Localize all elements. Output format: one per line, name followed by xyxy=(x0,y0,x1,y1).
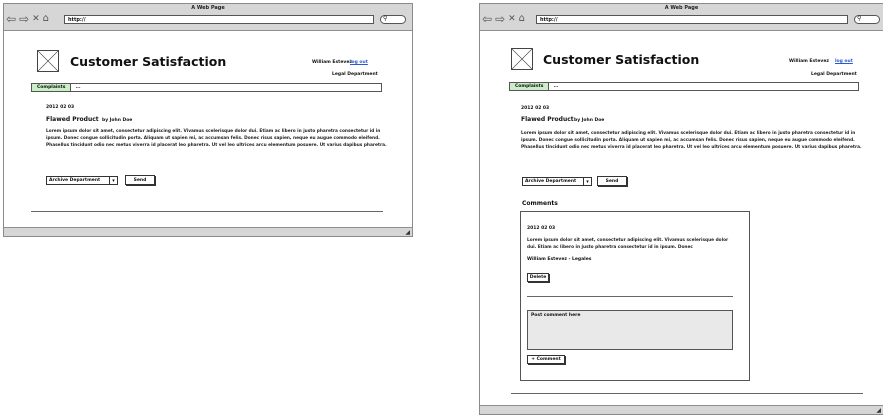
user-name: William Estevez xyxy=(789,59,829,64)
app-title: Customer Satisfaction xyxy=(543,52,700,67)
archive-department-select[interactable]: Archive Department ▾ xyxy=(522,177,592,186)
comments-heading: Comments xyxy=(522,200,558,207)
chevron-down-icon: ▾ xyxy=(583,178,591,185)
delete-comment-button[interactable]: Delete xyxy=(527,273,549,282)
user-name: William Estevez xyxy=(312,60,352,65)
add-comment-button[interactable]: + Comment xyxy=(527,355,565,364)
image-placeholder-icon xyxy=(511,48,533,70)
forward-arrow-icon[interactable]: ⇨ xyxy=(19,13,29,25)
window-title: A Web Page xyxy=(664,5,699,11)
logout-link[interactable]: log out xyxy=(350,60,368,65)
post-date: 2012 02 03 xyxy=(46,105,75,110)
browser-titlebar: A Web Page ⇦ ⇨ ✕ ⌂ http:// ⚲ xyxy=(480,4,883,31)
post-title: Flawed Product xyxy=(521,116,574,123)
send-button[interactable]: Send xyxy=(125,175,155,185)
divider xyxy=(527,296,733,297)
home-icon[interactable]: ⌂ xyxy=(43,13,49,25)
archive-department-select[interactable]: Archive Department ▾ xyxy=(46,176,118,185)
post-date: 2012 02 03 xyxy=(521,106,550,111)
address-bar[interactable]: http:// xyxy=(536,15,848,24)
comment-textarea[interactable]: Post comment here xyxy=(527,310,733,350)
tab-bar: Complaints ... xyxy=(31,83,382,92)
department-label: Legal Department xyxy=(332,72,378,77)
window-title: A Web Page xyxy=(191,5,225,11)
search-field[interactable]: ⚲ xyxy=(380,15,406,24)
comment-author: William Estevez - Legales xyxy=(527,257,592,262)
post-body: Lorem ipsum dolor sit amet, consectetur … xyxy=(46,129,387,148)
department-label: Legal Department xyxy=(811,72,857,77)
browser-window-right: A Web Page ⇦ ⇨ ✕ ⌂ http:// ⚲ Customer Sa… xyxy=(479,3,883,415)
search-field[interactable]: ⚲ xyxy=(854,15,880,24)
comment-date: 2012 02 03 xyxy=(527,226,556,231)
post-title: Flawed Product xyxy=(46,116,99,123)
nav-buttons: ⇦ ⇨ ✕ ⌂ xyxy=(482,13,525,25)
post-byline: by John Doe xyxy=(574,118,605,123)
close-icon[interactable]: ✕ xyxy=(508,13,516,25)
divider xyxy=(511,393,863,394)
close-icon[interactable]: ✕ xyxy=(32,13,40,25)
logout-link[interactable]: log out xyxy=(835,59,853,64)
address-bar[interactable]: http:// xyxy=(64,15,374,24)
app-title: Customer Satisfaction xyxy=(70,54,227,69)
resize-grip-icon[interactable]: ◢ xyxy=(405,229,410,236)
tab-complaints[interactable]: Complaints xyxy=(510,83,550,90)
post-body: Lorem ipsum dolor sit amet, consectetur … xyxy=(521,131,862,150)
search-icon: ⚲ xyxy=(857,15,862,22)
tab-bar: Complaints ... xyxy=(509,82,859,91)
forward-arrow-icon[interactable]: ⇨ xyxy=(495,13,505,25)
tab-complaints[interactable]: Complaints xyxy=(32,84,72,91)
tab-more[interactable]: ... xyxy=(549,84,558,89)
image-placeholder-icon xyxy=(37,50,59,72)
home-icon[interactable]: ⌂ xyxy=(519,13,525,25)
browser-window-left: A Web Page ⇦ ⇨ ✕ ⌂ http:// ⚲ Customer Sa… xyxy=(3,3,413,237)
back-arrow-icon[interactable]: ⇦ xyxy=(482,13,492,25)
nav-buttons: ⇦ ⇨ ✕ ⌂ xyxy=(6,13,49,25)
select-value: Archive Department xyxy=(525,179,577,184)
chevron-down-icon: ▾ xyxy=(109,177,117,184)
comments-panel: 2012 02 03 Lorem ipsum dolor sit amet, c… xyxy=(520,211,750,381)
browser-titlebar: A Web Page ⇦ ⇨ ✕ ⌂ http:// ⚲ xyxy=(4,4,412,31)
search-icon: ⚲ xyxy=(383,15,388,22)
send-button[interactable]: Send xyxy=(597,176,627,186)
divider xyxy=(31,211,383,212)
back-arrow-icon[interactable]: ⇦ xyxy=(6,13,16,25)
status-bar: ◢ xyxy=(4,227,412,236)
comment-text: Lorem ipsum dolor sit amet, consectetur … xyxy=(527,238,729,250)
post-byline: by John Doe xyxy=(102,118,133,123)
tab-more[interactable]: ... xyxy=(71,85,80,90)
select-value: Archive Department xyxy=(49,178,101,183)
